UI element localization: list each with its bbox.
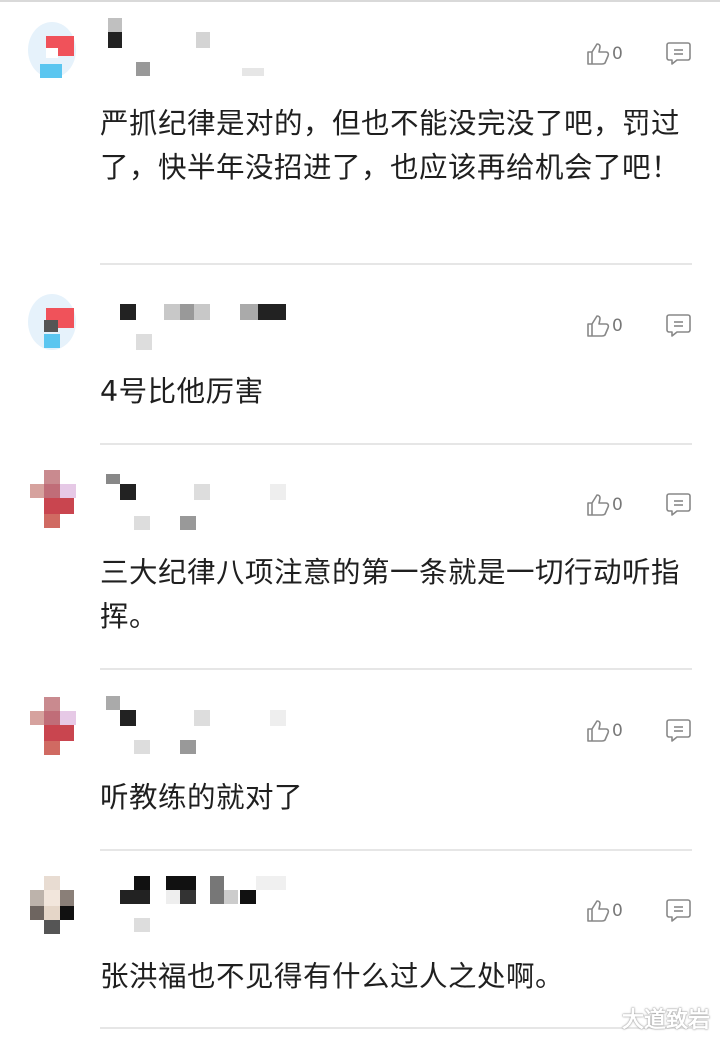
- reply-button[interactable]: [665, 491, 692, 518]
- like-count: 0: [612, 721, 623, 741]
- divider: [100, 1027, 692, 1029]
- like-button[interactable]: 0: [585, 40, 623, 68]
- like-button[interactable]: 0: [585, 897, 623, 925]
- divider: [100, 263, 692, 265]
- top-border: [0, 0, 720, 2]
- like-count: 0: [612, 495, 623, 515]
- like-count: 0: [612, 44, 623, 64]
- reply-button[interactable]: [665, 312, 692, 339]
- divider: [100, 668, 692, 670]
- comment-icon: [666, 42, 691, 65]
- like-count: 0: [612, 316, 623, 336]
- username-pixelated[interactable]: [104, 470, 304, 530]
- divider: [100, 443, 692, 445]
- comment-icon: [666, 493, 691, 516]
- username-pixelated[interactable]: [104, 696, 304, 756]
- reply-button[interactable]: [665, 40, 692, 67]
- like-button[interactable]: 0: [585, 312, 623, 340]
- like-button[interactable]: 0: [585, 491, 623, 519]
- watermark: 大道致岩: [621, 1008, 710, 1033]
- thumbs-up-icon: [587, 720, 610, 742]
- username-pixelated[interactable]: [104, 876, 304, 936]
- like-count: 0: [612, 901, 623, 921]
- avatar[interactable]: [28, 294, 76, 350]
- thumbs-up-icon: [587, 494, 610, 516]
- divider: [100, 849, 692, 851]
- username-pixelated[interactable]: [104, 18, 304, 78]
- comment-icon: [666, 899, 691, 922]
- avatar[interactable]: [28, 470, 76, 528]
- avatar[interactable]: [28, 697, 76, 755]
- avatar[interactable]: [28, 22, 76, 78]
- like-button[interactable]: 0: [585, 717, 623, 745]
- comment-text: 严抓纪律是对的，但也不能没完没了吧，罚过了，快半年没招进了，也应该再给机会了吧！: [100, 107, 681, 184]
- thumbs-up-icon: [587, 900, 610, 922]
- thumbs-up-icon: [587, 43, 610, 65]
- comment-text: 三大纪律八项注意的第一条就是一切行动听指挥。: [100, 556, 681, 633]
- comment-text: 听教练的就对了: [100, 781, 304, 814]
- username-pixelated[interactable]: [104, 302, 304, 362]
- thumbs-up-icon: [587, 315, 610, 337]
- comment-text: 张洪福也不见得有什么过人之处啊。: [100, 960, 565, 993]
- reply-button[interactable]: [665, 717, 692, 744]
- comment-icon: [666, 314, 691, 337]
- comment-icon: [666, 719, 691, 742]
- avatar[interactable]: [28, 876, 76, 934]
- comment-text: 4号比他厉害: [100, 375, 264, 408]
- reply-button[interactable]: [665, 897, 692, 924]
